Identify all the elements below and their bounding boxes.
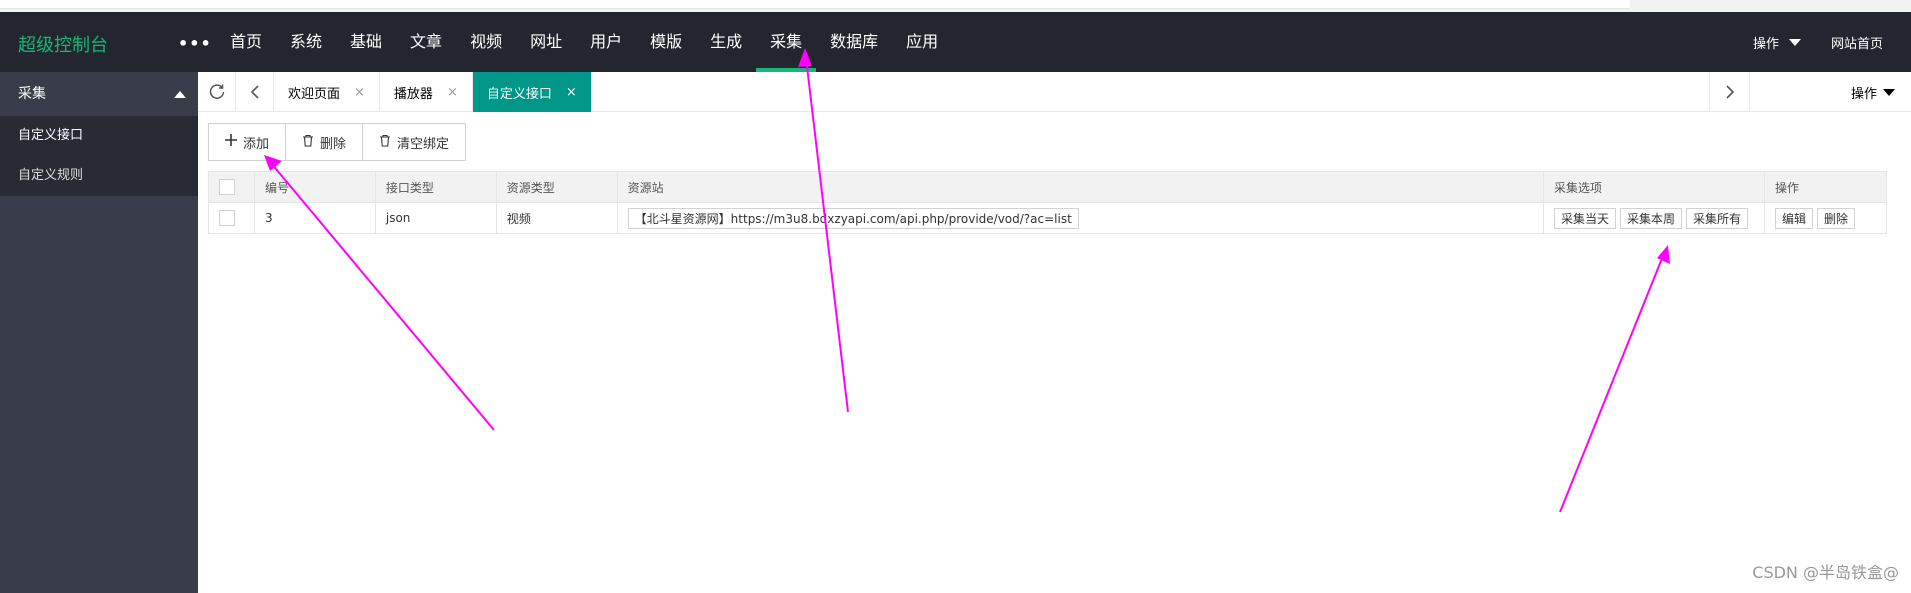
- add-button-label: 添加: [243, 136, 270, 152]
- close-icon[interactable]: ×: [566, 85, 577, 100]
- sidebar: 采集 自定义接口 自定义规则: [0, 72, 198, 593]
- nav-item-video[interactable]: 视频: [456, 12, 516, 72]
- table-header-row: 编号 接口类型 资源类型 资源站 采集选项 操作: [208, 171, 1888, 203]
- top-header: 超级控制台 ••• 首页 系统 基础 文章 视频 网址 用户 模版 生成 采集 …: [0, 12, 1911, 72]
- sidebar-section-title: 采集: [18, 86, 46, 102]
- nav-item-url[interactable]: 网址: [516, 12, 576, 72]
- row-checkbox[interactable]: [219, 210, 235, 226]
- edit-button[interactable]: 编辑: [1774, 207, 1813, 229]
- close-icon[interactable]: ×: [447, 85, 458, 100]
- cell-resource-type: 视频: [495, 202, 618, 234]
- tab-label: 自定义接口: [486, 86, 552, 102]
- caret-down-icon: [1883, 88, 1895, 96]
- main-nav: 首页 系统 基础 文章 视频 网址 用户 模版 生成 采集 数据库 应用: [216, 12, 952, 72]
- column-header[interactable]: 采集选项: [1542, 171, 1765, 203]
- nav-item-generate[interactable]: 生成: [696, 12, 756, 72]
- cell-collect-options: 采集当天 采集本周 采集所有: [1542, 202, 1765, 234]
- nav-item-apps[interactable]: 应用: [892, 12, 952, 72]
- select-all-checkbox[interactable]: [219, 179, 235, 195]
- column-header[interactable]: 编号: [253, 171, 376, 203]
- table-toolbar: 添加 删除 清空绑定: [208, 123, 467, 161]
- tab-label: 播放器: [393, 86, 433, 102]
- column-header[interactable]: 资源站: [616, 171, 1544, 203]
- cell-resource-site: 【北斗星资源网】https://m3u8.bdxzyapi.com/api.ph…: [616, 202, 1544, 234]
- cell-interface-type: json: [374, 202, 497, 234]
- table-row: 3 json 视频 【北斗星资源网】https://m3u8.bdxzyapi.…: [208, 202, 1888, 234]
- interface-table: 编号 接口类型 资源类型 资源站 采集选项 操作 3 json 视频 【北斗星资…: [208, 171, 1888, 234]
- tab-list: 欢迎页面 × 播放器 × 自定义接口 ×: [274, 72, 592, 112]
- chevron-left-icon: [250, 85, 259, 99]
- caret-up-icon: [174, 91, 186, 98]
- resource-site-badge: 【北斗星资源网】https://m3u8.bdxzyapi.com/api.ph…: [627, 207, 1079, 229]
- plus-icon: [225, 134, 237, 150]
- nav-item-home[interactable]: 首页: [216, 12, 276, 72]
- app-logo[interactable]: 超级控制台: [18, 31, 108, 57]
- delete-button-label: 删除: [320, 136, 347, 152]
- trash-icon: [379, 134, 391, 151]
- tab-operations-menu[interactable]: 操作: [1749, 72, 1911, 112]
- refresh-icon: [209, 84, 224, 99]
- column-header[interactable]: 接口类型: [374, 171, 497, 203]
- column-header[interactable]: 资源类型: [495, 171, 618, 203]
- cell-actions: 编辑 删除: [1763, 202, 1888, 234]
- trash-icon: [302, 134, 314, 151]
- refresh-button[interactable]: [198, 72, 236, 112]
- chevron-right-icon: [1725, 85, 1734, 99]
- row-checkbox-cell: [208, 202, 255, 234]
- nav-item-user[interactable]: 用户: [576, 12, 636, 72]
- sidebar-item-custom-rules[interactable]: 自定义规则: [0, 156, 198, 196]
- nav-item-template[interactable]: 模版: [636, 12, 696, 72]
- header-checkbox-cell: [208, 171, 255, 203]
- csdn-watermark: CSDN @半岛铁盒@: [1752, 563, 1899, 582]
- tab-player[interactable]: 播放器 ×: [380, 72, 473, 112]
- column-header[interactable]: 操作: [1763, 171, 1888, 203]
- tab-welcome[interactable]: 欢迎页面 ×: [274, 72, 380, 112]
- header-operate-label: 操作: [1752, 36, 1779, 52]
- nav-item-collect[interactable]: 采集: [756, 12, 817, 72]
- tab-custom-interface[interactable]: 自定义接口 ×: [472, 72, 592, 112]
- browser-top-strip: [0, 0, 1911, 12]
- nav-item-basic[interactable]: 基础: [336, 12, 396, 72]
- row-delete-button[interactable]: 删除: [1816, 207, 1855, 229]
- caret-down-icon: [1788, 38, 1801, 46]
- nav-item-article[interactable]: 文章: [396, 12, 456, 72]
- sidebar-submenu: 自定义接口 自定义规则: [0, 116, 198, 196]
- annotation-arrow-collect-options: [1559, 245, 1670, 513]
- cell-id: 3: [253, 202, 376, 234]
- browser-bar: [0, 0, 1630, 9]
- clear-binding-button-label: 清空绑定: [397, 136, 450, 152]
- close-icon[interactable]: ×: [354, 85, 365, 100]
- header-operate-menu[interactable]: 操作: [1753, 33, 1801, 52]
- site-home-link[interactable]: 网站首页: [1831, 33, 1883, 52]
- clear-binding-button[interactable]: 清空绑定: [363, 124, 466, 160]
- nav-item-database[interactable]: 数据库: [816, 12, 892, 72]
- collect-today-button[interactable]: 采集当天: [1553, 207, 1616, 229]
- collect-week-button[interactable]: 采集本周: [1620, 207, 1683, 229]
- collect-all-button[interactable]: 采集所有: [1686, 207, 1749, 229]
- tab-bar: 欢迎页面 × 播放器 × 自定义接口 × 操作: [198, 72, 1911, 112]
- sidebar-section-collect[interactable]: 采集: [0, 72, 198, 116]
- add-button[interactable]: 添加: [209, 124, 287, 160]
- tab-label: 欢迎页面: [288, 86, 341, 102]
- header-right: 操作 网站首页: [1753, 12, 1883, 72]
- sidebar-item-custom-interface[interactable]: 自定义接口: [0, 116, 198, 156]
- tab-operations-label: 操作: [1850, 86, 1877, 102]
- tabs-next-button[interactable]: [1709, 72, 1749, 112]
- nav-item-system[interactable]: 系统: [276, 12, 336, 72]
- delete-button[interactable]: 删除: [286, 124, 364, 160]
- tabs-prev-button[interactable]: [236, 72, 274, 112]
- more-icon[interactable]: •••: [178, 34, 212, 53]
